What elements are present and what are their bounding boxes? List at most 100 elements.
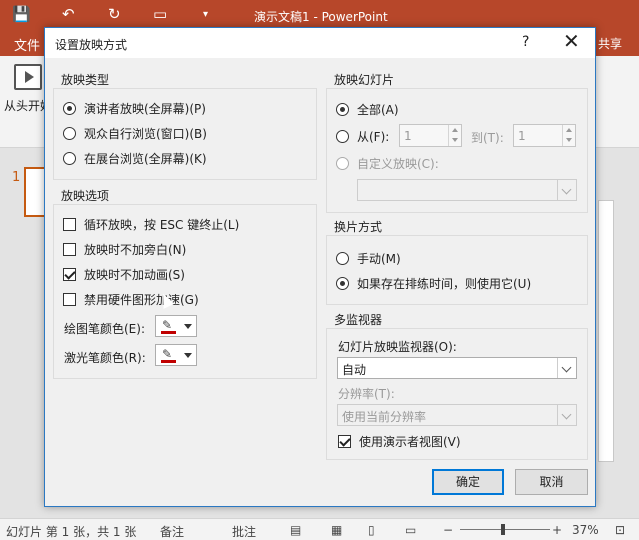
loop-option[interactable]: 循环放映，按 ESC 键终止(L) [63, 216, 239, 233]
zoom-out-button[interactable]: − [443, 523, 453, 537]
option-kiosk-label: 在展台浏览(全屏幕)(K) [84, 152, 207, 166]
pen-color-button[interactable]: ✎ [155, 315, 197, 337]
loop-checkbox[interactable] [63, 218, 76, 231]
show-options-label: 放映选项 [61, 189, 110, 203]
chevron-down-icon[interactable] [557, 405, 576, 425]
custom-show-label: 自定义放映(C): [357, 157, 439, 171]
radio-kiosk[interactable] [63, 152, 76, 165]
close-icon[interactable]: ✕ [563, 31, 580, 51]
no-narration-option[interactable]: 放映时不加旁白(N) [63, 241, 186, 258]
disable-hw-accel-option[interactable]: 禁用硬件图形加速(G) [63, 291, 199, 308]
laser-color-swatch [161, 360, 176, 363]
presenter-view-label: 使用演示者视图(V) [359, 435, 461, 449]
resolution-value: 使用当前分辨率 [342, 410, 427, 424]
qat-customize-icon[interactable]: ▾ [203, 9, 208, 20]
radio-manual[interactable] [336, 252, 349, 265]
window-title: 演示文稿1 - PowerPoint [254, 10, 388, 24]
zoom-level[interactable]: 37% [572, 523, 599, 537]
tab-file[interactable]: 文件 [14, 35, 40, 54]
option-presenter-label: 演讲者放映(全屏幕)(P) [84, 102, 206, 116]
no-animation-checkbox[interactable] [63, 268, 76, 281]
no-animation-option[interactable]: 放映时不加动画(S) [63, 266, 185, 283]
slide-info: 幻灯片 第 1 张，共 1 张 [6, 525, 137, 539]
no-narration-checkbox[interactable] [63, 243, 76, 256]
radio-window[interactable] [63, 127, 76, 140]
chevron-down-icon [184, 353, 192, 358]
laser-color-button[interactable]: ✎ [155, 344, 197, 366]
monitor-select[interactable]: 自动 [337, 357, 577, 379]
laser-color-label: 激光笔颜色(R): [64, 351, 146, 365]
undo-icon[interactable]: ↶ [62, 5, 75, 23]
loop-label: 循环放映，按 ESC 键终止(L) [84, 218, 240, 232]
custom-show-option[interactable]: 自定义放映(C): [336, 155, 439, 172]
save-icon[interactable]: 💾 [12, 5, 31, 23]
slide-number: 1 [12, 170, 21, 185]
manual-option[interactable]: 手动(M) [336, 250, 401, 267]
chevron-down-icon [184, 324, 192, 329]
resolution-select[interactable]: 使用当前分辨率 [337, 404, 577, 426]
from-value: 1 [404, 129, 412, 143]
setup-show-dialog: 设置放映方式 ? ✕ 放映类型 演讲者放映(全屏幕)(P) 观众自行浏览(窗口)… [44, 27, 596, 507]
option-kiosk[interactable]: 在展台浏览(全屏幕)(K) [63, 150, 207, 167]
radio-timings[interactable] [336, 277, 349, 290]
fit-slide-icon[interactable]: ⊡ [615, 523, 625, 537]
presenter-view-option[interactable]: 使用演示者视图(V) [338, 433, 461, 450]
from-slides-option[interactable]: 从(F): [336, 128, 389, 145]
option-window[interactable]: 观众自行浏览(窗口)(B) [63, 125, 207, 142]
presenter-view-checkbox[interactable] [338, 435, 351, 448]
no-narration-label: 放映时不加旁白(N) [84, 243, 187, 257]
ok-button[interactable]: 确定 [432, 469, 504, 495]
dialog-title: 设置放映方式 [55, 38, 128, 52]
paint-bucket-icon: ✎ [162, 347, 173, 361]
redo-icon[interactable]: ↻ [108, 5, 121, 23]
status-bar: 幻灯片 第 1 张，共 1 张 备注 批注 ▤ ▦ ▯ ▭ − + 37% ⊡ [0, 518, 639, 540]
to-value: 1 [518, 129, 526, 143]
monitor-value: 自动 [342, 363, 367, 377]
from-label: 从(F): [357, 130, 390, 144]
radio-all-slides[interactable] [336, 103, 349, 116]
chevron-down-icon[interactable] [557, 180, 576, 200]
advance-group [326, 235, 588, 305]
to-spinner[interactable]: 1 [513, 124, 576, 147]
resolution-label: 分辨率(T): [338, 387, 395, 401]
all-slides-option[interactable]: 全部(A) [336, 101, 399, 118]
show-slides-label: 放映幻灯片 [334, 73, 395, 87]
custom-show-select[interactable] [357, 179, 577, 201]
zoom-slider[interactable] [460, 529, 550, 530]
monitors-label: 多监视器 [334, 313, 383, 327]
spinner-arrows-icon[interactable] [448, 125, 461, 146]
timings-option[interactable]: 如果存在排练时间，则使用它(U) [336, 275, 531, 292]
option-window-label: 观众自行浏览(窗口)(B) [84, 127, 207, 141]
slide-sorter-icon[interactable]: ▦ [331, 523, 342, 537]
manual-label: 手动(M) [357, 252, 401, 266]
radio-presenter[interactable] [63, 102, 76, 115]
disable-hw-accel-checkbox[interactable] [63, 293, 76, 306]
to-label: 到(T): [471, 131, 504, 145]
advance-label: 换片方式 [334, 220, 383, 234]
show-type-label: 放映类型 [61, 73, 110, 87]
cancel-button[interactable]: 取消 [515, 469, 588, 495]
slideshow-icon[interactable]: ▭ [153, 5, 167, 23]
no-animation-label: 放映时不加动画(S) [84, 268, 185, 282]
timings-label: 如果存在排练时间，则使用它(U) [357, 277, 532, 291]
zoom-in-button[interactable]: + [552, 523, 562, 537]
normal-view-icon[interactable]: ▤ [290, 523, 301, 537]
disable-hw-accel-label: 禁用硬件图形加速(G) [84, 293, 199, 307]
pen-color-swatch [161, 331, 176, 334]
reading-view-icon[interactable]: ▯ [368, 523, 375, 537]
help-icon[interactable]: ? [522, 34, 529, 50]
option-presenter[interactable]: 演讲者放映(全屏幕)(P) [63, 100, 206, 117]
zoom-slider-handle[interactable] [501, 524, 505, 535]
from-start-icon[interactable] [14, 64, 42, 90]
radio-from-slides[interactable] [336, 130, 349, 143]
slideshow-view-icon[interactable]: ▭ [405, 523, 416, 537]
comments-button[interactable]: 批注 [232, 523, 256, 540]
chevron-down-icon[interactable] [557, 358, 576, 378]
share-button[interactable]: 共享 [598, 35, 622, 52]
radio-custom-show[interactable] [336, 157, 349, 170]
from-spinner[interactable]: 1 [399, 124, 462, 147]
notes-button[interactable]: 备注 [160, 523, 184, 540]
dialog-title-bar: 设置放映方式 ? ✕ [45, 28, 595, 58]
slide-canvas[interactable] [598, 200, 614, 462]
spinner-arrows-icon[interactable] [562, 125, 575, 146]
